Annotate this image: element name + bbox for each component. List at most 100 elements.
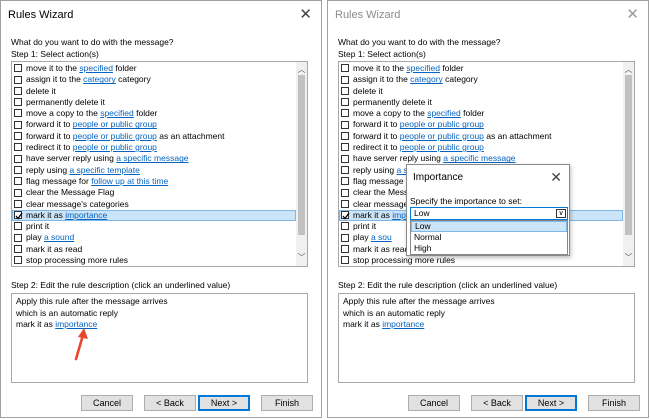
option-normal[interactable]: Normal xyxy=(411,232,567,243)
action-checkbox[interactable] xyxy=(341,154,349,163)
action-link[interactable]: people or public group xyxy=(73,119,157,129)
action-item[interactable]: stop processing more rules xyxy=(339,255,623,266)
action-item[interactable]: delete it xyxy=(339,86,623,97)
close-icon[interactable]: ✕ xyxy=(550,169,562,186)
action-checkbox[interactable] xyxy=(341,245,349,254)
action-link[interactable]: people or public group xyxy=(73,131,157,141)
action-link[interactable]: people or public group xyxy=(400,131,484,141)
action-checkbox[interactable] xyxy=(341,211,350,220)
action-checkbox[interactable] xyxy=(14,256,22,265)
action-item[interactable]: forward it to people or public group xyxy=(12,119,296,130)
action-link[interactable]: people or public group xyxy=(400,142,484,152)
importance-link[interactable]: importance xyxy=(382,319,424,329)
action-item[interactable]: move it to the specified folder xyxy=(12,63,296,74)
action-checkbox[interactable] xyxy=(14,98,22,107)
action-checkbox[interactable] xyxy=(341,132,349,141)
action-checkbox[interactable] xyxy=(14,222,22,231)
action-link[interactable]: specified xyxy=(427,108,461,118)
close-icon[interactable]: ✕ xyxy=(299,7,312,22)
action-item[interactable]: delete it xyxy=(12,86,296,97)
action-checkbox[interactable] xyxy=(341,75,349,84)
action-item[interactable]: mark it as read xyxy=(12,244,296,255)
action-item[interactable]: move a copy to the specified folder xyxy=(339,108,623,119)
action-item[interactable]: have server reply using a specific messa… xyxy=(12,153,296,164)
scrollbar[interactable]: ︿ ﹀ xyxy=(623,62,634,266)
action-link[interactable]: a specific message xyxy=(116,153,188,163)
finish-button[interactable]: Finish xyxy=(588,395,640,411)
action-checkbox[interactable] xyxy=(14,143,22,152)
action-item[interactable]: print it xyxy=(12,221,296,232)
actions-list[interactable]: move it to the specified folder assign it… xyxy=(11,61,308,267)
scroll-thumb[interactable] xyxy=(625,75,632,235)
action-checkbox[interactable] xyxy=(14,188,22,197)
action-item[interactable]: reply using a specific template xyxy=(12,165,296,176)
chevron-down-icon[interactable]: ﹀ xyxy=(296,252,307,264)
action-link[interactable]: specified xyxy=(79,63,113,73)
action-item[interactable]: move it to the specified folder xyxy=(339,63,623,74)
importance-select[interactable]: Low ∨ xyxy=(410,207,568,220)
action-item[interactable]: permanently delete it xyxy=(339,97,623,108)
action-item[interactable]: assign it to the category category xyxy=(339,74,623,85)
action-link[interactable]: people or public group xyxy=(400,119,484,129)
action-checkbox[interactable] xyxy=(14,177,22,186)
action-checkbox[interactable] xyxy=(14,165,22,174)
finish-button[interactable]: Finish xyxy=(261,395,313,411)
action-checkbox[interactable] xyxy=(341,120,349,129)
back-button[interactable]: < Back xyxy=(144,395,196,411)
cancel-button[interactable]: Cancel xyxy=(81,395,133,411)
action-item[interactable]: stop processing more rules xyxy=(12,255,296,266)
action-checkbox[interactable] xyxy=(341,177,349,186)
action-link[interactable]: specified xyxy=(406,63,440,73)
next-button[interactable]: Next > xyxy=(525,395,577,411)
action-item[interactable]: move a copy to the specified folder xyxy=(12,108,296,119)
action-checkbox[interactable] xyxy=(14,199,22,208)
action-checkbox[interactable] xyxy=(341,64,349,73)
action-checkbox[interactable] xyxy=(14,86,22,95)
action-link[interactable]: imp xyxy=(392,210,406,220)
action-item[interactable]: mark it as importance xyxy=(12,209,296,222)
action-checkbox[interactable] xyxy=(341,222,349,231)
action-checkbox[interactable] xyxy=(341,98,349,107)
action-checkbox[interactable] xyxy=(14,132,22,141)
option-low[interactable]: Low xyxy=(411,221,567,232)
action-item[interactable]: clear message's categories xyxy=(12,199,296,210)
action-checkbox[interactable] xyxy=(341,256,349,265)
scroll-thumb[interactable] xyxy=(298,75,305,235)
action-item[interactable]: clear the Message Flag xyxy=(12,187,296,198)
chevron-down-icon[interactable]: ﹀ xyxy=(623,252,634,264)
action-checkbox[interactable] xyxy=(14,75,22,84)
action-checkbox[interactable] xyxy=(14,245,22,254)
action-item[interactable]: redirect it to people or public group xyxy=(339,142,623,153)
action-item[interactable]: permanently delete it xyxy=(12,97,296,108)
scrollbar[interactable]: ︿ ﹀ xyxy=(296,62,307,266)
action-checkbox[interactable] xyxy=(341,165,349,174)
action-item[interactable]: redirect it to people or public group xyxy=(12,142,296,153)
action-link[interactable]: a sou xyxy=(371,232,392,242)
action-item[interactable]: forward it to people or public group as … xyxy=(339,131,623,142)
next-button[interactable]: Next > xyxy=(198,395,250,411)
action-link[interactable]: a sound xyxy=(44,232,74,242)
back-button[interactable]: < Back xyxy=(471,395,523,411)
action-link[interactable]: importance xyxy=(65,210,107,220)
chevron-down-icon[interactable]: ∨ xyxy=(556,209,566,218)
action-item[interactable]: flag message for follow up at this time xyxy=(12,176,296,187)
action-checkbox[interactable] xyxy=(341,188,349,197)
action-checkbox[interactable] xyxy=(14,233,22,242)
action-item[interactable]: forward it to people or public group xyxy=(339,119,623,130)
action-checkbox[interactable] xyxy=(341,199,349,208)
action-checkbox[interactable] xyxy=(341,233,349,242)
action-item[interactable]: assign it to the category category xyxy=(12,74,296,85)
action-checkbox[interactable] xyxy=(14,120,22,129)
action-link[interactable]: a specific message xyxy=(443,153,515,163)
action-link[interactable]: specified xyxy=(100,108,134,118)
action-checkbox[interactable] xyxy=(14,211,23,220)
action-link[interactable]: follow up at this time xyxy=(91,176,168,186)
action-checkbox[interactable] xyxy=(14,64,22,73)
option-high[interactable]: High xyxy=(411,243,567,254)
cancel-button[interactable]: Cancel xyxy=(408,395,460,411)
action-checkbox[interactable] xyxy=(14,154,22,163)
action-checkbox[interactable] xyxy=(14,109,22,118)
action-item[interactable]: play a sound xyxy=(12,232,296,243)
action-checkbox[interactable] xyxy=(341,109,349,118)
close-icon[interactable]: ✕ xyxy=(626,7,639,22)
